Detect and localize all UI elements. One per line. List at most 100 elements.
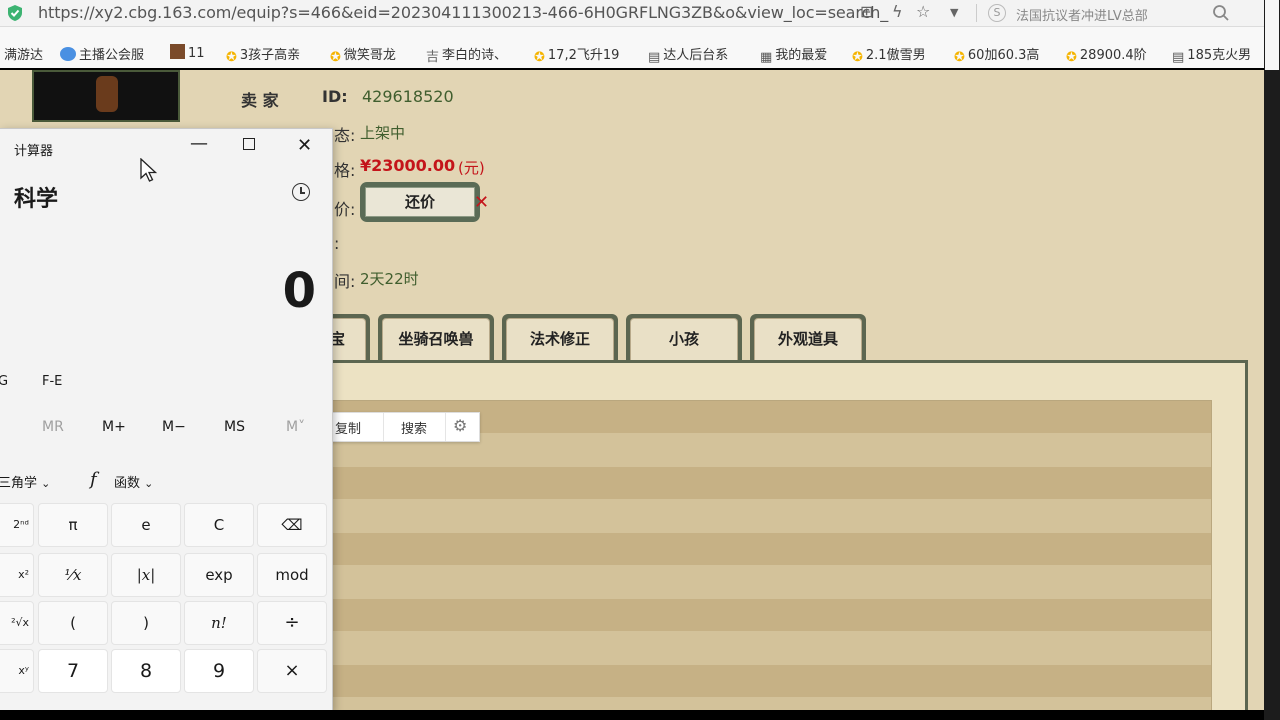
digit-9-button[interactable]: 9 — [184, 649, 254, 693]
fe-button[interactable]: F-E — [42, 374, 62, 389]
chevron-down-icon[interactable]: ▼ — [950, 6, 958, 19]
absolute-button[interactable]: |x| — [111, 553, 181, 597]
bookmark-item[interactable]: ✪ 60加60.3高 — [954, 44, 1039, 65]
display: 0 — [282, 263, 316, 319]
search-icon[interactable] — [1212, 4, 1230, 22]
bookmark-item[interactable]: ▤ 达人后台系 — [648, 44, 728, 65]
multiply-button[interactable]: × — [257, 649, 327, 693]
open-paren-button[interactable]: ( — [38, 601, 108, 645]
mode-title: 科学 — [14, 187, 59, 212]
bird-icon — [60, 47, 76, 61]
address-bar: https://xy2.cbg.163.com/equip?s=466&eid=… — [0, 0, 1264, 27]
m-minus-button[interactable]: M− — [162, 419, 186, 435]
copy-button[interactable]: 复制 — [335, 418, 361, 437]
grid-icon: ▦ — [760, 50, 773, 65]
bookmark-item[interactable]: ✪ 2.1傲雪男 — [852, 44, 926, 65]
bookmark-item[interactable]: ✪ 微笑哥龙 — [330, 44, 396, 65]
chick-icon: ✪ — [534, 50, 545, 65]
minimize-icon[interactable]: — — [190, 133, 208, 154]
window-edge — [1264, 0, 1280, 720]
bookmark-item[interactable]: 主播公会服 — [60, 44, 144, 63]
search-engine-icon[interactable]: S — [988, 4, 1006, 22]
chevron-down-icon: ⌄ — [144, 477, 154, 490]
price-label: 格: — [334, 161, 356, 180]
item-thumbnail — [32, 70, 180, 122]
bookmark-item[interactable]: ✪ 17,2飞升19 — [534, 44, 619, 65]
e-button[interactable]: e — [111, 503, 181, 547]
close-icon[interactable]: ✕ — [474, 192, 489, 213]
second-function-button[interactable]: 2ⁿᵈ — [0, 503, 34, 547]
divide-button[interactable]: ÷ — [257, 601, 327, 645]
bookmark-item[interactable]: 11 — [170, 44, 205, 61]
function-icon: f — [90, 469, 97, 490]
toolbar-gap — [0, 27, 1264, 36]
chick-icon: ✪ — [954, 50, 965, 65]
price-unit: (元) — [458, 159, 485, 177]
trig-dropdown[interactable]: 三角学 ⌄ — [0, 472, 50, 491]
backspace-button[interactable]: ⌫ — [257, 503, 327, 547]
doc-icon: ▤ — [1172, 50, 1185, 65]
divider — [976, 4, 977, 22]
star-icon[interactable]: ☆ — [916, 2, 930, 21]
status-label: 态: — [334, 126, 356, 145]
pi-button[interactable]: π — [38, 503, 108, 547]
bookmark-item[interactable]: ▤ 185克火男 — [1172, 44, 1251, 65]
status-value: 上架中 — [360, 124, 406, 142]
seller-label: 卖 家 — [241, 91, 279, 110]
url-field[interactable]: https://xy2.cbg.163.com/equip?s=466&eid=… — [38, 3, 888, 22]
mod-button[interactable]: mod — [257, 553, 327, 597]
chick-icon: ✪ — [852, 50, 863, 65]
reciprocal-button[interactable]: ¹⁄x — [38, 553, 108, 597]
news-ticker[interactable]: 法国抗议者冲进LV总部 — [1016, 5, 1148, 24]
bookmark-item[interactable]: ✪ 3孩子高亲 — [226, 44, 300, 65]
close-paren-button[interactable]: ) — [111, 601, 181, 645]
close-icon[interactable]: ✕ — [297, 135, 312, 156]
power-button[interactable]: xʸ — [0, 649, 34, 693]
price-value: ¥23000.00 — [360, 156, 456, 175]
sqrt-button[interactable]: ²√x — [0, 601, 34, 645]
ms-button[interactable]: MS — [224, 419, 245, 435]
maximize-icon[interactable] — [243, 138, 255, 150]
game-avatar-icon — [170, 44, 185, 59]
doc-icon: ▤ — [648, 50, 661, 65]
tab-mounts[interactable]: 坐骑召唤兽 — [378, 314, 494, 360]
digit-8-button[interactable]: 8 — [111, 649, 181, 693]
tab-spell-correction[interactable]: 法术修正 — [502, 314, 618, 360]
tab-children[interactable]: 小孩 — [626, 314, 742, 360]
screen-edge — [0, 710, 1264, 720]
qr-code-icon[interactable]: ⊞ — [860, 2, 873, 21]
angle-mode-button[interactable]: G — [0, 374, 8, 389]
exp-button[interactable]: exp — [184, 553, 254, 597]
id-label: ID: — [322, 87, 348, 106]
bookmark-item[interactable]: ▦ 我的最爱 — [760, 44, 827, 65]
clear-button[interactable]: C — [184, 503, 254, 547]
chick-icon: ✪ — [330, 50, 341, 65]
seller-id: 429618520 — [362, 87, 454, 106]
m-plus-button[interactable]: M+ — [102, 419, 126, 435]
bookmark-item[interactable]: 吉李白的诗、 — [426, 44, 507, 65]
history-icon[interactable] — [292, 183, 310, 201]
gear-icon[interactable]: ⚙ — [453, 416, 467, 435]
calculator-window: 计算器 — ✕ 科学 0 G F-E MR M+ M− MS M˅ 三角学 ⌄ … — [0, 128, 333, 712]
digit-7-button[interactable]: 7 — [38, 649, 108, 693]
bargain-label: 价: — [334, 200, 356, 219]
chick-icon: ✪ — [226, 50, 237, 65]
mr-button[interactable]: MR — [42, 419, 64, 435]
factorial-button[interactable]: n! — [184, 601, 254, 645]
memory-list-button[interactable]: M˅ — [286, 419, 305, 435]
tab-appearance[interactable]: 外观道具 — [750, 314, 866, 360]
time-value: 2天22时 — [360, 270, 419, 288]
window-title: 计算器 — [14, 144, 54, 159]
mouse-cursor-icon — [140, 158, 158, 182]
time-label: 间: — [334, 272, 356, 291]
bookmark-item[interactable]: ✪ 28900.4阶 — [1066, 44, 1147, 65]
chick-icon: ✪ — [1066, 50, 1077, 65]
function-dropdown[interactable]: 函数 ⌄ — [114, 472, 153, 491]
search-button[interactable]: 搜索 — [401, 418, 427, 437]
square-button[interactable]: x² — [0, 553, 34, 597]
lightning-icon[interactable]: ϟ — [892, 2, 903, 21]
ancient-icon: 吉 — [426, 50, 440, 65]
striped-table — [300, 400, 1212, 710]
bookmark-item[interactable]: 满游达 — [4, 44, 43, 63]
bargain-button[interactable]: 还价 — [360, 182, 480, 222]
